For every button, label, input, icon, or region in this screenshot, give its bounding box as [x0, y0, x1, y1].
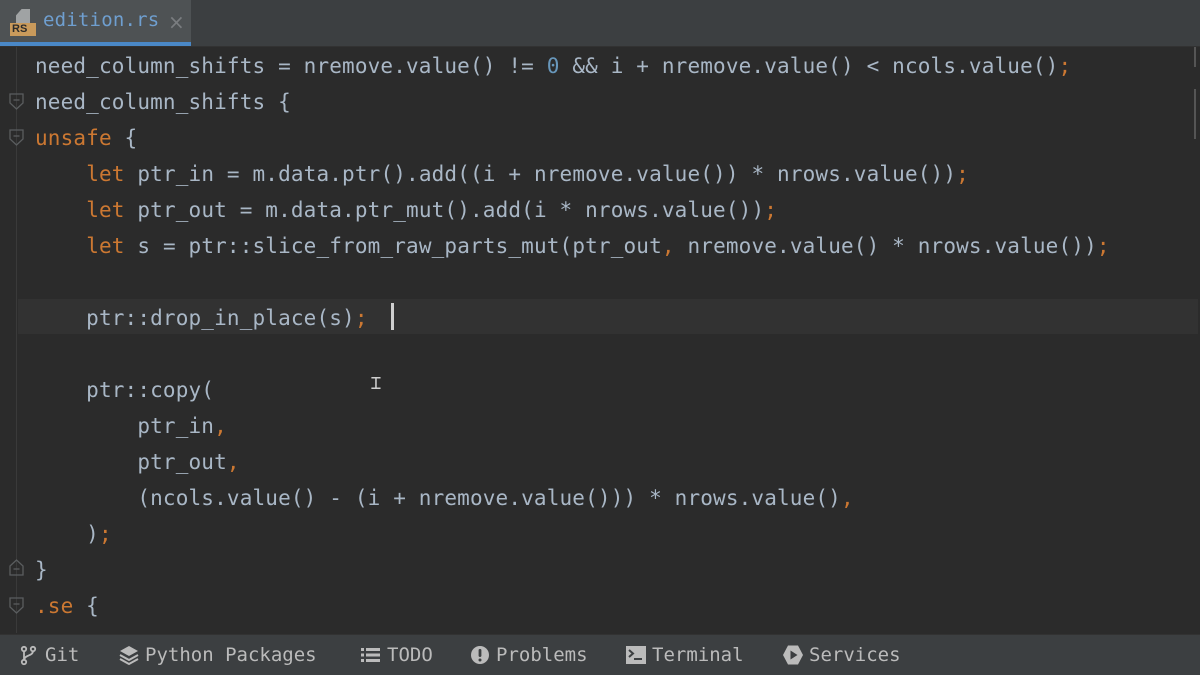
- git-branch-icon: [18, 644, 40, 666]
- code-line: (ncols.value() - (i + nremove.value())) …: [35, 480, 854, 516]
- code-token: ;: [956, 162, 969, 186]
- code-editor[interactable]: need_column_shifts = nremove.value() != …: [0, 47, 1200, 633]
- tool-window-label: Python Packages: [145, 644, 317, 666]
- tool-window-python-packages[interactable]: Python Packages: [118, 635, 317, 675]
- code-line: ptr_out,: [35, 444, 240, 480]
- keyword-token: .se: [35, 594, 74, 618]
- tool-window-services[interactable]: Services: [782, 635, 901, 675]
- keyword-token: unsafe: [35, 126, 112, 150]
- code-token: ;: [764, 198, 778, 222]
- active-tab-indicator: [0, 42, 191, 46]
- code-token: ptr_out = m.data.ptr_mut().add(i * nrows…: [124, 198, 765, 222]
- code-token: ptr_in: [35, 414, 215, 438]
- code-token: ,: [214, 414, 227, 438]
- tool-window-terminal[interactable]: Terminal: [625, 635, 744, 675]
- code-token: {: [73, 594, 99, 618]
- keyword-token: let: [86, 162, 125, 186]
- number-token: 0: [546, 54, 560, 78]
- code-token: ;: [1058, 54, 1072, 78]
- code-token: (ncols.value() - (i + nremove.value())) …: [35, 486, 841, 510]
- terminal-icon: [625, 644, 647, 666]
- code-token: {: [111, 126, 138, 150]
- code-token: ,: [840, 486, 854, 510]
- code-line: need_column_shifts = nremove.value() != …: [35, 48, 1071, 84]
- mouse-ibeam-cursor-icon: Ꮖ: [371, 374, 382, 393]
- code-token: need_column_shifts = nremove.value() !=: [35, 54, 547, 78]
- tool-window-label: Problems: [496, 644, 588, 666]
- code-line: need_column_shifts {: [35, 84, 291, 120]
- code-token: nremove.value() * nrows.value()): [674, 234, 1097, 258]
- code-token: s = ptr::slice_from_raw_parts_mut(ptr_ou…: [124, 234, 662, 258]
- code-token: ,: [661, 234, 675, 258]
- tool-window-git[interactable]: Git: [18, 635, 79, 675]
- keyword-token: let: [86, 234, 125, 258]
- tool-window-label: Git: [45, 644, 80, 666]
- code-line: );: [35, 516, 112, 552]
- exclamation-circle-icon: [469, 644, 491, 666]
- code-token: && i + nremove.value() < ncols.value(): [559, 54, 1059, 78]
- code-token: ptr_in = m.data.ptr().add((i + nremove.v…: [124, 162, 957, 186]
- tab-edition-rs[interactable]: RS edition.rs ×: [0, 0, 191, 46]
- fold-open-icon[interactable]: [9, 129, 24, 146]
- code-line: ptr::drop_in_place(s);: [35, 300, 368, 336]
- code-token: ptr_out: [35, 450, 227, 474]
- tool-window-problems[interactable]: Problems: [469, 635, 588, 675]
- code-token: ;: [1096, 234, 1110, 258]
- code-token: ,: [226, 450, 240, 474]
- fold-close-icon[interactable]: [9, 559, 24, 576]
- keyword-token: let: [86, 198, 125, 222]
- close-icon[interactable]: ×: [168, 10, 185, 34]
- play-hexagon-icon: [782, 644, 804, 666]
- code-line: let s = ptr::slice_from_raw_parts_mut(pt…: [35, 228, 1110, 264]
- tool-window-label: Terminal: [652, 644, 744, 666]
- fold-open-icon[interactable]: [9, 597, 24, 614]
- tool-window-todo[interactable]: TODO: [360, 635, 433, 675]
- code-line: ptr_in,: [35, 408, 227, 444]
- code-token: ;: [354, 306, 368, 330]
- code-line: .se {: [35, 588, 99, 624]
- code-line: }: [35, 552, 48, 588]
- code-token: need_column_shifts {: [35, 90, 291, 114]
- tool-window-label: Services: [809, 644, 901, 666]
- text-caret: [391, 303, 394, 330]
- scrollbar-thumb[interactable]: [1194, 89, 1196, 139]
- code-line: unsafe {: [35, 120, 137, 156]
- code-token: ptr::copy(: [35, 378, 215, 402]
- rust-file-icon: RS: [10, 9, 38, 37]
- code-token: ): [35, 522, 99, 546]
- tab-label: edition.rs: [43, 9, 160, 31]
- fold-open-icon[interactable]: [9, 93, 24, 110]
- scrollbar-marker[interactable]: [1194, 47, 1196, 67]
- tool-window-bar: Git Python Packages TODO Problems Termin…: [0, 634, 1200, 675]
- tool-window-label: TODO: [387, 644, 433, 666]
- code-token: }: [35, 558, 48, 582]
- code-line: let ptr_out = m.data.ptr_mut().add(i * n…: [35, 192, 777, 228]
- code-line: let ptr_in = m.data.ptr().add((i + nremo…: [35, 156, 969, 192]
- code-line: ptr::copy(: [35, 372, 214, 408]
- code-token: ;: [98, 522, 112, 546]
- editor-tab-bar: RS edition.rs ×: [0, 0, 1200, 47]
- list-icon: [360, 644, 382, 666]
- layers-icon: [118, 644, 140, 666]
- code-token: ptr::drop_in_place(s): [35, 306, 355, 330]
